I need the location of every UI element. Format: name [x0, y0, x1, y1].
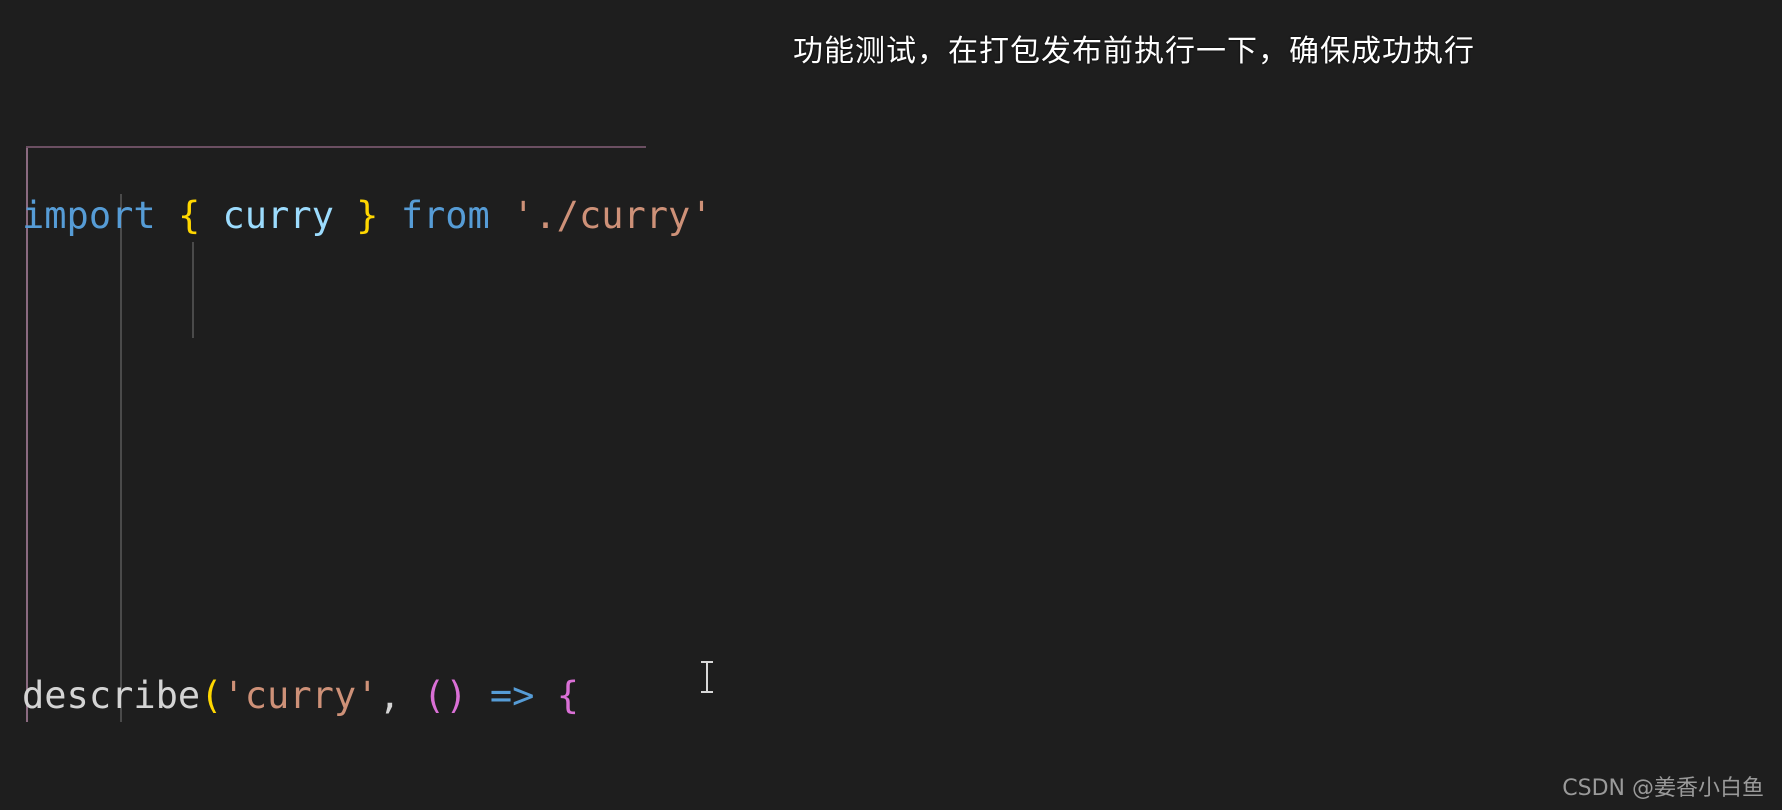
token-brace-open-2: { — [556, 674, 579, 717]
token-comma: , — [378, 674, 401, 717]
code-line-3[interactable]: describe('curry', () => { — [0, 672, 1782, 720]
code-line-1[interactable]: import { curry } from './curry' — [0, 192, 1782, 240]
token-from: from — [400, 194, 490, 237]
text-cursor-icon — [699, 660, 715, 694]
csdn-watermark: CSDN @姜香小白鱼 — [1562, 776, 1764, 801]
token-paren-close-2: ) — [445, 674, 468, 717]
token-curry-binding: curry — [222, 194, 334, 237]
token-paren-open: ( — [200, 674, 223, 717]
token-describe-title: 'curry' — [222, 674, 379, 717]
code-line-2-blank[interactable] — [0, 432, 1782, 480]
token-module-path: './curry' — [512, 194, 713, 237]
token-paren-open-2: ( — [423, 674, 446, 717]
annotation-text: 功能测试，在打包发布前执行一下，确保成功执行 — [793, 34, 1475, 69]
token-arrow: => — [489, 674, 535, 717]
token-brace-close: } — [356, 194, 379, 237]
code-content[interactable]: import { curry } from './curry' describe… — [0, 0, 1782, 810]
token-describe: describe — [22, 674, 201, 717]
token-import: import — [22, 194, 156, 237]
code-editor-screenshot: import { curry } from './curry' describe… — [0, 0, 1782, 810]
token-brace-open: { — [177, 194, 201, 237]
